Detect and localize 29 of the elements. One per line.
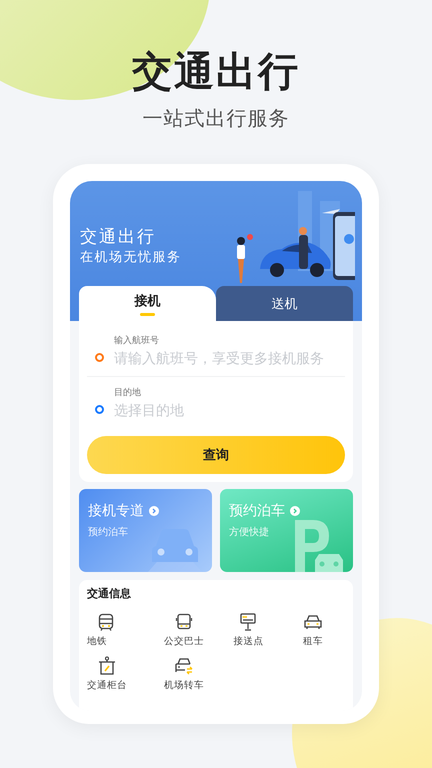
card-subtitle: 方便快捷: [229, 526, 269, 539]
signboard-icon: [239, 613, 258, 631]
transport-item[interactable]: 交通柜台: [87, 656, 152, 692]
banner-subtitle: 在机场无忧服务: [80, 250, 182, 266]
field-label: 输入航班号: [114, 335, 160, 347]
tab[interactable]: 送机: [216, 286, 353, 321]
tagline: 一站式出行服务: [142, 106, 290, 130]
tab[interactable]: 接机: [79, 286, 216, 321]
bus-icon: [174, 613, 193, 631]
banner-title: 交通出行: [80, 227, 156, 247]
car-icon: [174, 657, 194, 675]
transport-item[interactable]: 地铁: [87, 612, 152, 648]
field-label: 目的地: [114, 387, 142, 399]
headline: 交通出行: [132, 50, 300, 94]
card-subtitle: 预约泊车: [88, 526, 128, 539]
transport-item[interactable]: 接送点: [216, 612, 280, 648]
train-icon: [97, 613, 115, 631]
card-title: 预约泊车: [229, 502, 285, 520]
card-title: 接机专道: [88, 502, 144, 520]
chevron-icon: [149, 506, 159, 516]
tab-indicator: [140, 312, 155, 316]
transport-item[interactable]: 租车: [280, 612, 345, 648]
desk-icon: [97, 656, 117, 676]
search-button[interactable]: 查询: [87, 436, 345, 474]
transport-item[interactable]: 公交巴士: [152, 612, 216, 648]
car-icon: [302, 613, 323, 631]
section-title: 交通信息: [87, 587, 132, 601]
chevron-icon: [290, 506, 300, 516]
transport-item[interactable]: 机场转车: [152, 656, 216, 692]
